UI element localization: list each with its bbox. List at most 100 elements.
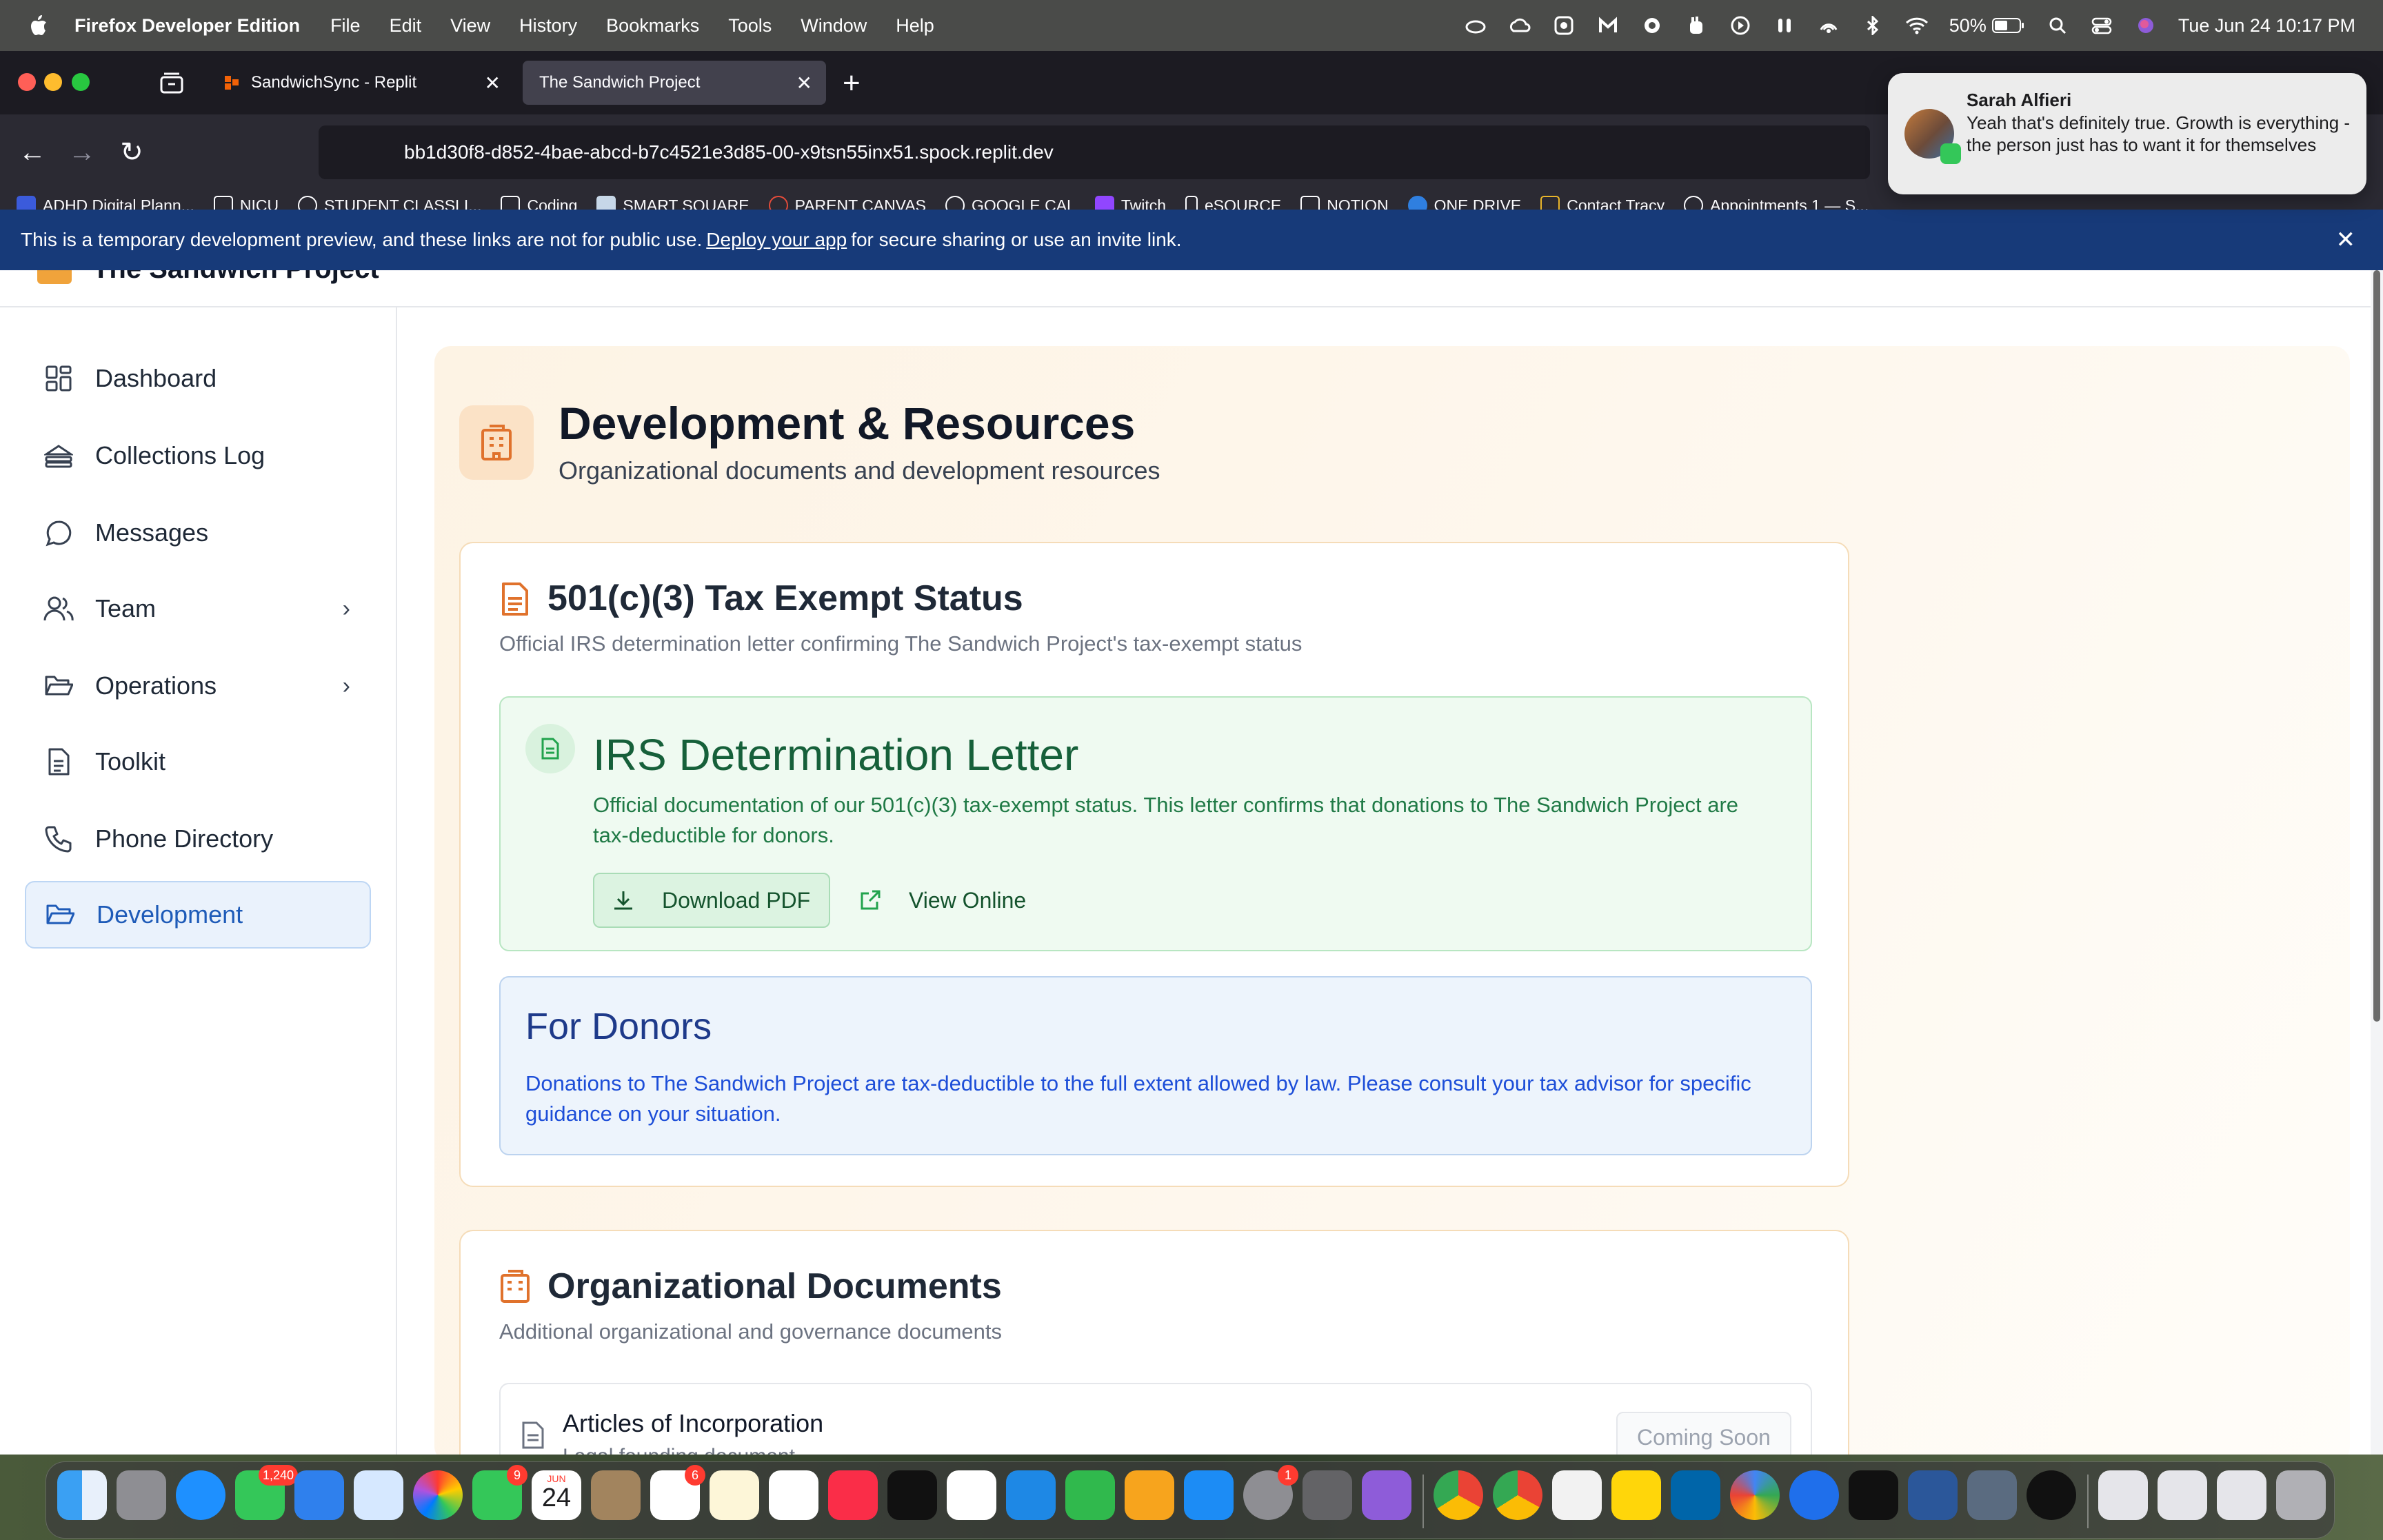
reload-icon[interactable]: ↻ — [114, 135, 149, 170]
numbers-icon[interactable] — [1065, 1470, 1115, 1520]
freeform-icon[interactable] — [769, 1470, 818, 1520]
contacts-icon[interactable] — [591, 1470, 641, 1520]
window-zoom-button[interactable] — [72, 73, 90, 91]
sidebar-item-collections-log[interactable]: Collections Log — [25, 422, 371, 489]
deploy-app-link[interactable]: Deploy your app — [706, 229, 847, 251]
finder-icon[interactable] — [57, 1470, 107, 1520]
view-online-button[interactable]: View Online — [859, 873, 1026, 928]
download-pdf-button[interactable]: Download PDF — [593, 873, 830, 928]
cloud-sync-icon[interactable] — [1508, 15, 1531, 36]
sidebar-item-operations[interactable]: Operations › — [25, 652, 371, 720]
app-store-icon[interactable] — [1184, 1470, 1234, 1520]
launchpad-icon[interactable] — [117, 1470, 166, 1520]
spotlight-search-icon[interactable] — [2046, 15, 2069, 36]
grid-app-icon[interactable] — [1552, 15, 1576, 36]
menu-view[interactable]: View — [450, 15, 490, 37]
menu-tools[interactable]: Tools — [728, 15, 772, 37]
textedit-icon[interactable] — [1552, 1470, 1602, 1520]
news-icon[interactable] — [947, 1470, 996, 1520]
building-icon — [501, 1270, 530, 1303]
sidebar-item-dashboard[interactable]: Dashboard — [25, 345, 371, 412]
iphone-mirroring-icon[interactable] — [1303, 1470, 1352, 1520]
scrollbar-thumb[interactable] — [2373, 270, 2380, 1022]
active-app-name[interactable]: Firefox Developer Edition — [74, 15, 300, 37]
vscode-icon[interactable] — [1671, 1470, 1720, 1520]
wifi-icon[interactable] — [1905, 15, 1929, 36]
firefox-developer-icon[interactable] — [1789, 1470, 1839, 1520]
page-scrollbar[interactable] — [2371, 270, 2383, 1455]
play-icon[interactable] — [1729, 15, 1752, 36]
forward-icon[interactable]: → — [65, 135, 99, 170]
chevron-right-icon[interactable]: › — [343, 673, 350, 700]
hand-icon[interactable] — [1685, 15, 1708, 36]
close-tab-icon[interactable]: ✕ — [485, 72, 501, 94]
apple-tv-icon[interactable] — [887, 1470, 937, 1520]
coming-soon-button[interactable]: Coming Soon — [1616, 1412, 1791, 1455]
menu-bookmarks[interactable]: Bookmarks — [606, 15, 699, 37]
airdrop-icon[interactable] — [1817, 15, 1840, 36]
chrome-canary-icon[interactable] — [1493, 1470, 1542, 1520]
back-icon[interactable]: ← — [15, 135, 50, 170]
stickies-icon[interactable] — [1611, 1470, 1661, 1520]
downloads-stack-icon[interactable] — [2098, 1470, 2148, 1520]
page-title: Development & Resources — [559, 398, 1136, 449]
new-tab-icon[interactable]: + — [843, 66, 861, 101]
sidebar-item-development[interactable]: Development — [25, 881, 371, 949]
url-bar[interactable]: bb1d30f8-d852-4bae-abcd-b7c4521e3d85-00-… — [319, 125, 1870, 179]
close-tab-icon[interactable]: ✕ — [796, 72, 812, 94]
music-icon[interactable] — [828, 1470, 878, 1520]
bluetooth-icon[interactable] — [1861, 15, 1884, 36]
menu-history[interactable]: History — [519, 15, 577, 37]
disk-utility-icon[interactable] — [1967, 1470, 2017, 1520]
page-subtitle: Organizational documents and development… — [559, 456, 1160, 485]
tab-overview-icon[interactable] — [160, 72, 183, 94]
menu-window[interactable]: Window — [801, 15, 867, 37]
siri-icon[interactable] — [2134, 15, 2158, 36]
menu-file[interactable]: File — [330, 15, 361, 37]
sidebar-item-messages[interactable]: Messages — [25, 499, 371, 567]
menu-help[interactable]: Help — [896, 15, 934, 37]
window-close-button[interactable] — [18, 73, 36, 91]
irs-letter-panel: IRS Determination Letter Official docume… — [499, 696, 1812, 951]
notes-icon[interactable] — [710, 1470, 759, 1520]
menubar-clock[interactable]: Tue Jun 24 10:17 PM — [2178, 15, 2355, 37]
window-minimize-button[interactable] — [44, 73, 62, 91]
messages-icon[interactable]: 1,240 — [235, 1465, 299, 1520]
facetime-icon[interactable]: 9 — [472, 1465, 527, 1520]
close-banner-icon[interactable]: ✕ — [2336, 226, 2356, 254]
system-settings-icon[interactable]: 1 — [1243, 1465, 1298, 1520]
tab-sandwichsync-replit[interactable]: SandwichSync - Replit ✕ — [207, 61, 514, 105]
safari-icon[interactable] — [176, 1470, 225, 1520]
calendar-icon[interactable]: JUN 24 — [532, 1470, 581, 1520]
airpods-icon[interactable] — [1773, 15, 1796, 36]
photos-icon[interactable] — [413, 1470, 463, 1520]
mail-icon[interactable] — [294, 1470, 344, 1520]
record-icon[interactable] — [1640, 15, 1664, 36]
tab-the-sandwich-project[interactable]: The Sandwich Project ✕ — [523, 61, 826, 105]
keynote-icon[interactable] — [1006, 1470, 1056, 1520]
creative-cloud-icon[interactable] — [1464, 15, 1487, 36]
control-center-icon[interactable] — [2090, 15, 2113, 36]
chevron-right-icon[interactable]: › — [343, 596, 350, 622]
screenshot-stack-icon[interactable] — [2217, 1470, 2266, 1520]
sidebar-item-team[interactable]: Team › — [25, 575, 371, 642]
google-photos-icon[interactable] — [1730, 1470, 1780, 1520]
chrome-icon[interactable] — [1434, 1470, 1483, 1520]
apple-icon[interactable] — [28, 14, 48, 37]
sidebar-item-phone-directory[interactable]: Phone Directory — [25, 805, 371, 873]
sidebar-item-toolkit[interactable]: Toolkit — [25, 728, 371, 796]
document-stack-icon[interactable] — [2158, 1470, 2207, 1520]
word-icon[interactable] — [1908, 1470, 1958, 1520]
chatgpt-icon[interactable] — [2027, 1470, 2076, 1520]
menu-edit[interactable]: Edit — [390, 15, 422, 37]
maps-icon[interactable] — [354, 1470, 403, 1520]
malwarebytes-icon[interactable] — [1596, 15, 1620, 36]
cube-app-icon[interactable] — [1849, 1470, 1898, 1520]
message-notification[interactable]: Sarah Alfieri Yeah that's definitely tru… — [1888, 73, 2366, 194]
url-text[interactable]: bb1d30f8-d852-4bae-abcd-b7c4521e3d85-00-… — [404, 141, 1054, 163]
pages-icon[interactable] — [1125, 1470, 1174, 1520]
reminders-icon[interactable]: 6 — [650, 1465, 705, 1520]
battery-status[interactable]: 50% — [1949, 15, 2025, 37]
feedback-icon[interactable] — [1362, 1470, 1411, 1520]
trash-icon[interactable] — [2276, 1470, 2326, 1520]
